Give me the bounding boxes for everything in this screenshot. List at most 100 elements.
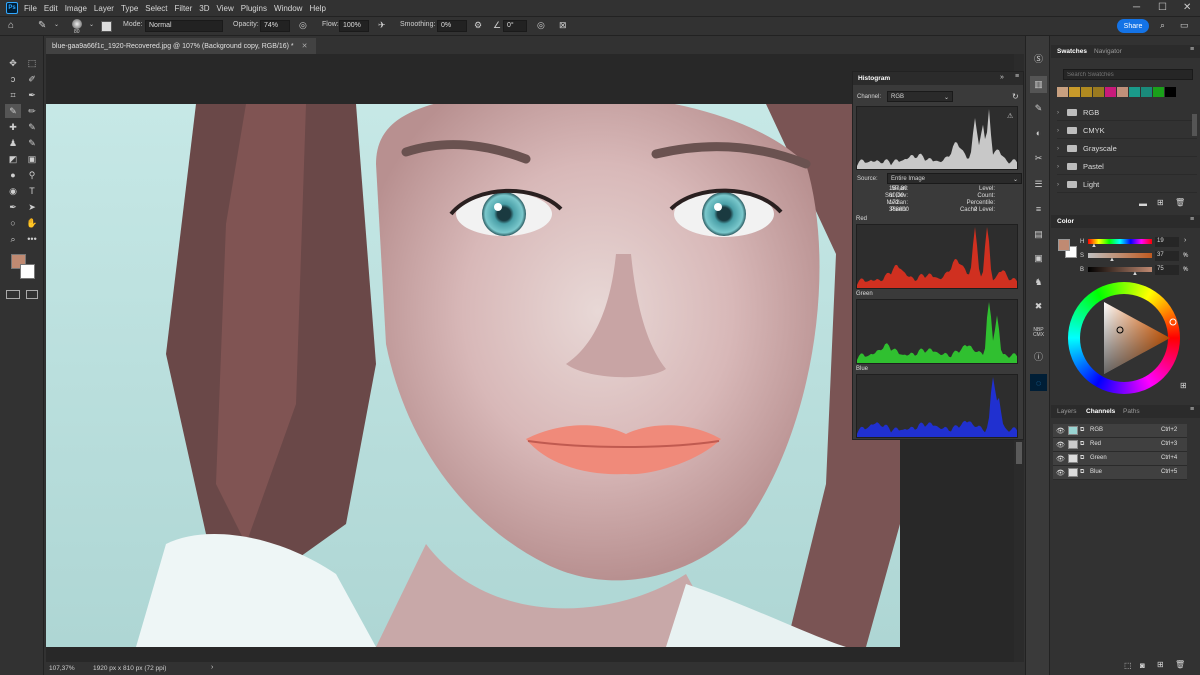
add-icon[interactable]: ⊞ (1180, 381, 1187, 390)
adjustments-icon[interactable]: ◐ (1030, 124, 1047, 141)
paint-icon[interactable]: ♞ (1030, 274, 1047, 291)
path-selection-tool-icon[interactable]: ➤ (24, 200, 40, 214)
gear-icon[interactable]: ⚙ (474, 20, 482, 31)
s-input[interactable]: 37 (1155, 251, 1179, 261)
swatch-chip[interactable] (1105, 87, 1116, 97)
brush-tool-icon[interactable]: ✎ (5, 104, 21, 118)
brightness-slider[interactable] (1088, 267, 1152, 272)
search-icon[interactable]: ⌕ (1160, 20, 1165, 31)
gradient-tool-icon[interactable]: ▣ (24, 152, 40, 166)
lasso-tool-icon[interactable]: ↄ (5, 72, 21, 86)
scrollbar-thumb[interactable] (1016, 442, 1022, 464)
close-icon[interactable]: ✕ (1183, 2, 1191, 13)
delete-swatch-icon[interactable]: 🗑 (1175, 198, 1185, 207)
angle-input[interactable]: 0° (503, 20, 527, 32)
h-input[interactable]: 19 (1155, 237, 1179, 247)
panel-menu-icon[interactable]: ≡ (1015, 73, 1019, 80)
menu-file[interactable]: File (24, 4, 37, 13)
swatch-group-pastel[interactable]: › Pastel (1057, 159, 1197, 175)
crop-tool-icon[interactable]: ⌗ (5, 88, 21, 102)
screen-mode-icon[interactable] (26, 290, 38, 299)
visibility-eye-icon[interactable]: 👁 (1056, 427, 1065, 435)
search-swatches-input[interactable] (1063, 69, 1193, 80)
flow-input[interactable]: 100% (339, 20, 369, 32)
close-tab-icon[interactable]: ✕ (302, 43, 308, 50)
background-color-swatch[interactable] (20, 264, 35, 279)
new-group-icon[interactable]: ▬ (1139, 199, 1147, 208)
chevron-right-icon[interactable]: › (1184, 237, 1186, 244)
clipboard-icon[interactable]: ▤ (1030, 226, 1047, 243)
swatch-chip[interactable] (1141, 87, 1152, 97)
swatch-chip[interactable] (1129, 87, 1140, 97)
save-selection-icon[interactable]: ◙ (1140, 661, 1145, 670)
plugin-icon[interactable]: ◌ (1030, 374, 1047, 391)
pencil-tool-icon[interactable]: ✏ (24, 104, 40, 118)
healing-brush-tool-icon[interactable]: ✚ (5, 120, 21, 134)
new-channel-icon[interactable]: ⊞ (1157, 660, 1164, 669)
pressure-opacity-icon[interactable]: ◎ (299, 20, 307, 31)
symmetry-icon[interactable]: ⊠ (559, 20, 567, 31)
swatch-chip[interactable] (1117, 87, 1128, 97)
tab-paths[interactable]: Paths (1123, 408, 1140, 415)
brushes-icon[interactable]: ✎ (1030, 100, 1047, 117)
menu-help[interactable]: Help (309, 4, 325, 13)
slider-thumb-icon[interactable]: ▲ (1109, 257, 1115, 263)
pen-tool-icon[interactable]: ✒ (5, 200, 21, 214)
channel-row-red[interactable]: 👁 ⧉ Red Ctrl+3 (1053, 438, 1187, 452)
swatch-chip[interactable] (1093, 87, 1104, 97)
menu-edit[interactable]: Edit (44, 4, 58, 13)
nbp-cmx-icon[interactable]: NBP CMX (1030, 324, 1047, 341)
sliders-icon[interactable]: ☰ (1030, 176, 1047, 193)
tools-cross-icon[interactable]: ✖ (1030, 298, 1047, 315)
tab-layers[interactable]: Layers (1057, 408, 1077, 415)
load-selection-icon[interactable]: ⬚ (1124, 661, 1132, 670)
collapse-icon[interactable]: » (1000, 74, 1004, 81)
panel-menu-icon[interactable]: ≡ (1190, 406, 1194, 413)
swatch-group-grayscale[interactable]: › Grayscale (1057, 141, 1197, 157)
blur-tool-icon[interactable]: ● (5, 168, 21, 182)
hand-tool-icon[interactable]: ✋ (24, 216, 40, 230)
menu-view[interactable]: View (217, 4, 234, 13)
move-tool-icon[interactable]: ✥ (5, 56, 21, 70)
sponge-tool-icon[interactable]: ◉ (5, 184, 21, 198)
swatch-chip[interactable] (1153, 87, 1164, 97)
menu-image[interactable]: Image (65, 4, 87, 13)
eraser-tool-icon[interactable]: ◩ (5, 152, 21, 166)
tab-channels[interactable]: Channels (1086, 408, 1115, 415)
swatch-chip[interactable] (1165, 87, 1176, 97)
color-wheel[interactable] (1068, 282, 1180, 394)
zoom-tool-icon[interactable]: ⌕ (5, 232, 21, 246)
chevron-right-icon[interactable]: › (211, 664, 213, 671)
b-input[interactable]: 75 (1155, 265, 1179, 275)
zoom-level[interactable]: 107,37% (49, 665, 75, 672)
channel-row-green[interactable]: 👁 ⧉ Green Ctrl+4 (1053, 452, 1187, 466)
channel-select[interactable]: RGB ⌄ (887, 91, 953, 102)
menu-window[interactable]: Window (274, 4, 302, 13)
visibility-eye-icon[interactable]: 👁 (1056, 441, 1065, 449)
panel-menu-icon[interactable]: ≡ (1190, 46, 1194, 53)
chevron-right-icon[interactable]: › (1184, 265, 1186, 272)
new-swatch-icon[interactable]: ⊞ (1157, 198, 1164, 207)
menu-filter[interactable]: Filter (175, 4, 193, 13)
color-triangle[interactable] (1068, 282, 1180, 394)
brush-settings-icon[interactable] (101, 21, 112, 32)
mode-select[interactable]: Normal (145, 20, 223, 32)
menu-3d[interactable]: 3D (199, 4, 209, 13)
more-tools-icon[interactable]: ••• (24, 232, 40, 246)
menu-select[interactable]: Select (145, 4, 167, 13)
warning-icon[interactable]: ⚠ (1007, 112, 1013, 120)
home-icon[interactable]: ⌂ (8, 20, 14, 31)
marquee-tool-icon[interactable]: ⬚ (24, 56, 40, 70)
swatch-group-cmyk[interactable]: › CMYK (1057, 123, 1197, 139)
brush-preset-icon[interactable] (72, 19, 82, 29)
properties-icon[interactable]: ✂ (1030, 150, 1047, 167)
histogram-icon[interactable]: ▥ (1030, 76, 1047, 93)
menu-type[interactable]: Type (121, 4, 138, 13)
pressure-size-icon[interactable]: ◎ (537, 20, 545, 31)
swatch-chip[interactable] (1081, 87, 1092, 97)
quick-selection-tool-icon[interactable]: ✐ (24, 72, 40, 86)
photoshop-logo-icon[interactable]: Ps (6, 2, 18, 14)
channel-row-rgb[interactable]: 👁 ⧉ RGB Ctrl+2 (1053, 424, 1187, 438)
workspace-icon[interactable]: ▭ (1180, 20, 1189, 31)
tab-swatches[interactable]: Swatches (1057, 48, 1087, 55)
